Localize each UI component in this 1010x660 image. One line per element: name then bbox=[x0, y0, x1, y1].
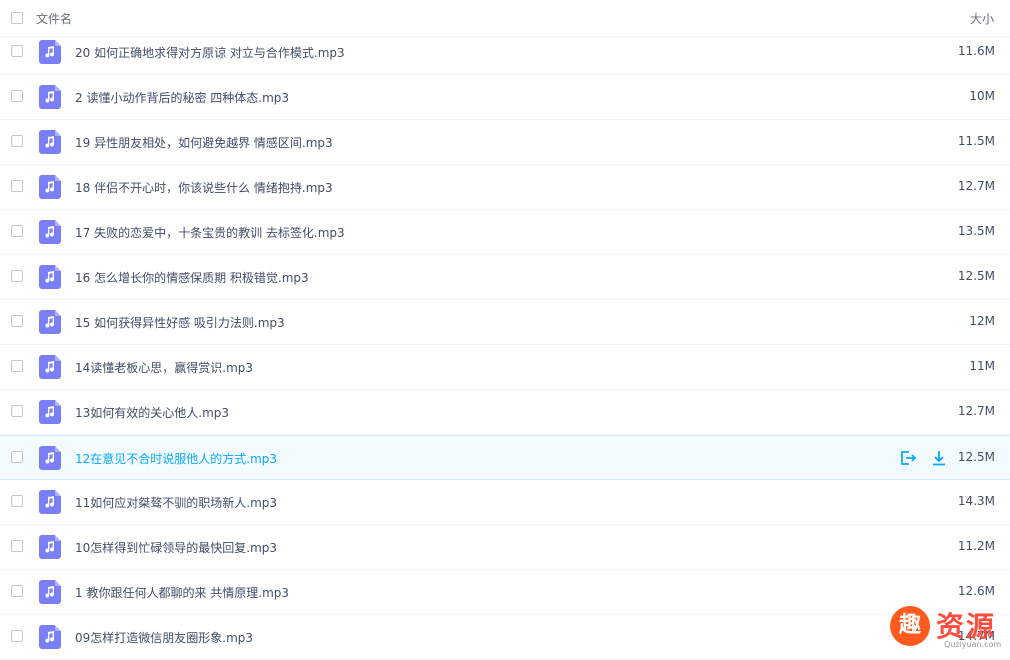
file-row[interactable]: 19 异性朋友相处，如何避免越界 情感区间.mp3 11.5M bbox=[0, 120, 1010, 165]
file-size: 11.6M bbox=[957, 44, 995, 58]
column-header-size[interactable]: 大小 bbox=[970, 10, 994, 27]
file-name[interactable]: 16 怎么增长你的情感保质期 积极错觉.mp3 bbox=[75, 269, 309, 286]
music-file-icon bbox=[39, 40, 61, 64]
music-file-icon bbox=[39, 580, 61, 604]
music-file-icon bbox=[39, 625, 61, 649]
file-size: 12.5M bbox=[957, 450, 995, 464]
file-size: 11.2M bbox=[957, 539, 995, 553]
file-row[interactable]: 20 如何正确地求得对方原谅 对立与合作模式.mp3 11.6M bbox=[0, 30, 1010, 75]
row-checkbox[interactable] bbox=[11, 315, 23, 327]
music-file-icon bbox=[39, 220, 61, 244]
music-file-icon bbox=[39, 310, 61, 334]
music-file-icon bbox=[39, 130, 61, 154]
music-file-icon bbox=[39, 490, 61, 514]
file-row[interactable]: 16 怎么增长你的情感保质期 积极错觉.mp3 12.5M bbox=[0, 255, 1010, 300]
file-size: 13.5M bbox=[957, 224, 995, 238]
file-size: 14.3M bbox=[957, 494, 995, 508]
row-checkbox[interactable] bbox=[11, 45, 23, 57]
row-checkbox[interactable] bbox=[11, 451, 23, 463]
file-name[interactable]: 1 教你跟任何人都聊的来 共情原理.mp3 bbox=[75, 584, 289, 601]
file-size: 12M bbox=[969, 314, 995, 328]
file-size: 12.7M bbox=[957, 179, 995, 193]
file-size: 10M bbox=[969, 89, 995, 103]
file-row[interactable]: 13如何有效的关心他人.mp3 12.7M bbox=[0, 390, 1010, 435]
file-size: 12.7M bbox=[957, 404, 995, 418]
row-checkbox[interactable] bbox=[11, 585, 23, 597]
file-name[interactable]: 11如何应对桀骜不驯的职场新人.mp3 bbox=[75, 494, 277, 511]
row-checkbox[interactable] bbox=[11, 135, 23, 147]
row-checkbox[interactable] bbox=[11, 495, 23, 507]
row-checkbox[interactable] bbox=[11, 630, 23, 642]
file-row[interactable]: 1 教你跟任何人都聊的来 共情原理.mp3 12.6M bbox=[0, 570, 1010, 615]
row-checkbox[interactable] bbox=[11, 360, 23, 372]
column-header-name[interactable]: 文件名 bbox=[36, 10, 72, 27]
file-row[interactable]: 18 伴侣不开心时，你该说些什么 情绪抱持.mp3 12.7M bbox=[0, 165, 1010, 210]
file-name[interactable]: 20 如何正确地求得对方原谅 对立与合作模式.mp3 bbox=[75, 44, 345, 61]
watermark-logo: 趣 bbox=[890, 606, 930, 646]
watermark: 趣 资源 Quziyuan.com bbox=[888, 604, 1010, 651]
file-size: 11M bbox=[969, 359, 995, 373]
file-name[interactable]: 12在意见不合时说服他人的方式.mp3 bbox=[75, 450, 277, 467]
row-checkbox[interactable] bbox=[11, 270, 23, 282]
file-row[interactable]: 2 读懂小动作背后的秘密 四种体态.mp3 10M bbox=[0, 75, 1010, 120]
music-file-icon bbox=[39, 535, 61, 559]
select-all-checkbox[interactable] bbox=[11, 12, 23, 24]
file-row[interactable]: 10怎样得到忙碌领导的最快回复.mp3 11.2M bbox=[0, 525, 1010, 570]
file-name[interactable]: 15 如何获得异性好感 吸引力法则.mp3 bbox=[75, 314, 285, 331]
row-checkbox[interactable] bbox=[11, 90, 23, 102]
file-name[interactable]: 19 异性朋友相处，如何避免越界 情感区间.mp3 bbox=[75, 134, 333, 151]
file-row[interactable]: 14读懂老板心思，赢得赏识.mp3 11M bbox=[0, 345, 1010, 390]
file-name[interactable]: 10怎样得到忙碌领导的最快回复.mp3 bbox=[75, 539, 277, 556]
music-file-icon bbox=[39, 175, 61, 199]
file-list: 20 如何正确地求得对方原谅 对立与合作模式.mp3 11.6M 2 读懂小动作背后… bbox=[0, 30, 1010, 660]
file-name[interactable]: 18 伴侣不开心时，你该说些什么 情绪抱持.mp3 bbox=[75, 179, 333, 196]
file-row[interactable]: 15 如何获得异性好感 吸引力法则.mp3 12M bbox=[0, 300, 1010, 345]
file-size: 12.6M bbox=[957, 584, 995, 598]
row-checkbox[interactable] bbox=[11, 540, 23, 552]
watermark-text: 资源 bbox=[936, 610, 997, 643]
music-file-icon bbox=[39, 400, 61, 424]
share-icon[interactable] bbox=[899, 449, 917, 467]
file-size: 12.5M bbox=[957, 269, 995, 283]
file-name[interactable]: 13如何有效的关心他人.mp3 bbox=[75, 404, 229, 421]
file-size: 11.5M bbox=[957, 134, 995, 148]
file-name[interactable]: 14读懂老板心思，赢得赏识.mp3 bbox=[75, 359, 253, 376]
file-row[interactable]: 09怎样打造微信朋友圈形象.mp3 14.7M bbox=[0, 615, 1010, 660]
watermark-sub: Quziyuan.com bbox=[944, 640, 1002, 649]
music-file-icon bbox=[39, 355, 61, 379]
file-row[interactable]: 17 失败的恋爱中，十条宝贵的教训 去标签化.mp3 13.5M bbox=[0, 210, 1010, 255]
music-file-icon bbox=[39, 446, 61, 470]
row-checkbox[interactable] bbox=[11, 405, 23, 417]
file-row[interactable]: 12在意见不合时说服他人的方式.mp3 12.5M bbox=[0, 435, 1010, 480]
music-file-icon bbox=[39, 85, 61, 109]
file-name[interactable]: 09怎样打造微信朋友圈形象.mp3 bbox=[75, 629, 253, 646]
row-checkbox[interactable] bbox=[11, 180, 23, 192]
file-name[interactable]: 2 读懂小动作背后的秘密 四种体态.mp3 bbox=[75, 89, 289, 106]
file-name[interactable]: 17 失败的恋爱中，十条宝贵的教训 去标签化.mp3 bbox=[75, 224, 345, 241]
file-row[interactable]: 11如何应对桀骜不驯的职场新人.mp3 14.3M bbox=[0, 480, 1010, 525]
download-icon[interactable] bbox=[930, 449, 948, 467]
music-file-icon bbox=[39, 265, 61, 289]
row-checkbox[interactable] bbox=[11, 225, 23, 237]
